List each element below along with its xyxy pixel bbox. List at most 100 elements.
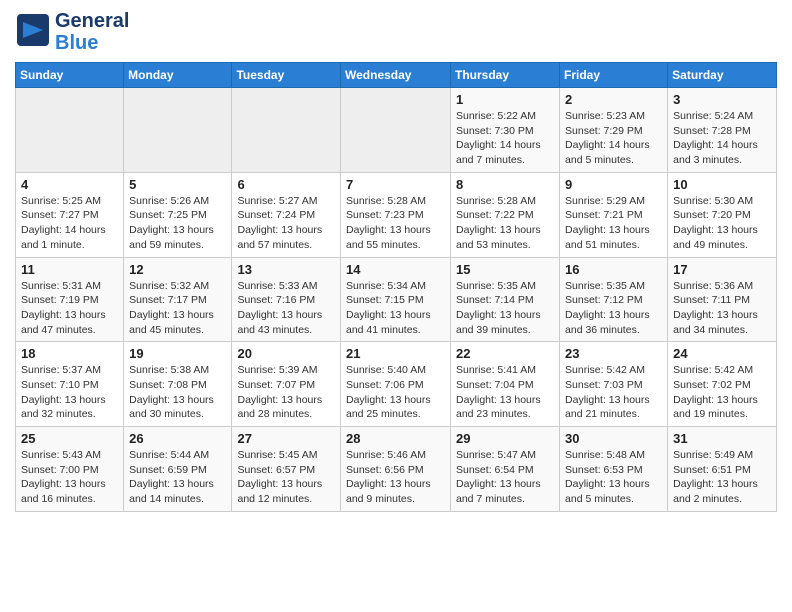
day-info: Sunrise: 5:26 AMSunset: 7:25 PMDaylight:… (129, 195, 214, 251)
day-info: Sunrise: 5:46 AMSunset: 6:56 PMDaylight:… (346, 449, 431, 505)
calendar-cell: 2 Sunrise: 5:23 AMSunset: 7:29 PMDayligh… (560, 88, 668, 173)
calendar-cell: 14 Sunrise: 5:34 AMSunset: 7:15 PMDaylig… (341, 257, 451, 342)
calendar-cell: 16 Sunrise: 5:35 AMSunset: 7:12 PMDaylig… (560, 257, 668, 342)
day-number: 13 (237, 262, 335, 277)
week-row-2: 4 Sunrise: 5:25 AMSunset: 7:27 PMDayligh… (16, 172, 777, 257)
day-number: 23 (565, 346, 662, 361)
day-number: 6 (237, 177, 335, 192)
day-number: 4 (21, 177, 118, 192)
day-info: Sunrise: 5:45 AMSunset: 6:57 PMDaylight:… (237, 449, 322, 505)
day-number: 25 (21, 431, 118, 446)
day-info: Sunrise: 5:42 AMSunset: 7:03 PMDaylight:… (565, 364, 650, 420)
weekday-header-wednesday: Wednesday (341, 63, 451, 88)
calendar-cell: 5 Sunrise: 5:26 AMSunset: 7:25 PMDayligh… (124, 172, 232, 257)
calendar-cell: 24 Sunrise: 5:42 AMSunset: 7:02 PMDaylig… (668, 342, 777, 427)
day-info: Sunrise: 5:23 AMSunset: 7:29 PMDaylight:… (565, 110, 650, 166)
calendar-cell: 6 Sunrise: 5:27 AMSunset: 7:24 PMDayligh… (232, 172, 341, 257)
logo-general: General (55, 10, 129, 32)
day-info: Sunrise: 5:47 AMSunset: 6:54 PMDaylight:… (456, 449, 541, 505)
calendar-cell: 21 Sunrise: 5:40 AMSunset: 7:06 PMDaylig… (341, 342, 451, 427)
calendar-cell (16, 88, 124, 173)
day-number: 30 (565, 431, 662, 446)
calendar-cell: 9 Sunrise: 5:29 AMSunset: 7:21 PMDayligh… (560, 172, 668, 257)
day-number: 11 (21, 262, 118, 277)
logo-icon (15, 12, 51, 53)
weekday-header-monday: Monday (124, 63, 232, 88)
day-info: Sunrise: 5:44 AMSunset: 6:59 PMDaylight:… (129, 449, 214, 505)
day-info: Sunrise: 5:32 AMSunset: 7:17 PMDaylight:… (129, 280, 214, 336)
day-number: 3 (673, 92, 771, 107)
day-info: Sunrise: 5:24 AMSunset: 7:28 PMDaylight:… (673, 110, 758, 166)
calendar-cell: 19 Sunrise: 5:38 AMSunset: 7:08 PMDaylig… (124, 342, 232, 427)
calendar-cell: 17 Sunrise: 5:36 AMSunset: 7:11 PMDaylig… (668, 257, 777, 342)
day-info: Sunrise: 5:40 AMSunset: 7:06 PMDaylight:… (346, 364, 431, 420)
day-info: Sunrise: 5:39 AMSunset: 7:07 PMDaylight:… (237, 364, 322, 420)
calendar-table: SundayMondayTuesdayWednesdayThursdayFrid… (15, 62, 777, 512)
calendar-cell (341, 88, 451, 173)
day-number: 20 (237, 346, 335, 361)
day-info: Sunrise: 5:28 AMSunset: 7:23 PMDaylight:… (346, 195, 431, 251)
calendar-cell: 23 Sunrise: 5:42 AMSunset: 7:03 PMDaylig… (560, 342, 668, 427)
day-number: 17 (673, 262, 771, 277)
day-info: Sunrise: 5:36 AMSunset: 7:11 PMDaylight:… (673, 280, 758, 336)
day-info: Sunrise: 5:34 AMSunset: 7:15 PMDaylight:… (346, 280, 431, 336)
day-info: Sunrise: 5:38 AMSunset: 7:08 PMDaylight:… (129, 364, 214, 420)
day-number: 21 (346, 346, 445, 361)
calendar-cell: 31 Sunrise: 5:49 AMSunset: 6:51 PMDaylig… (668, 427, 777, 512)
calendar-cell (232, 88, 341, 173)
day-number: 28 (346, 431, 445, 446)
calendar-cell: 30 Sunrise: 5:48 AMSunset: 6:53 PMDaylig… (560, 427, 668, 512)
calendar-body: 1 Sunrise: 5:22 AMSunset: 7:30 PMDayligh… (16, 88, 777, 512)
day-info: Sunrise: 5:22 AMSunset: 7:30 PMDaylight:… (456, 110, 541, 166)
day-info: Sunrise: 5:35 AMSunset: 7:14 PMDaylight:… (456, 280, 541, 336)
day-info: Sunrise: 5:43 AMSunset: 7:00 PMDaylight:… (21, 449, 106, 505)
day-info: Sunrise: 5:33 AMSunset: 7:16 PMDaylight:… (237, 280, 322, 336)
day-info: Sunrise: 5:49 AMSunset: 6:51 PMDaylight:… (673, 449, 758, 505)
day-number: 7 (346, 177, 445, 192)
day-info: Sunrise: 5:41 AMSunset: 7:04 PMDaylight:… (456, 364, 541, 420)
day-info: Sunrise: 5:30 AMSunset: 7:20 PMDaylight:… (673, 195, 758, 251)
day-number: 1 (456, 92, 554, 107)
day-info: Sunrise: 5:42 AMSunset: 7:02 PMDaylight:… (673, 364, 758, 420)
day-number: 19 (129, 346, 226, 361)
calendar-cell: 4 Sunrise: 5:25 AMSunset: 7:27 PMDayligh… (16, 172, 124, 257)
weekday-header-sunday: Sunday (16, 63, 124, 88)
day-number: 16 (565, 262, 662, 277)
calendar-cell: 25 Sunrise: 5:43 AMSunset: 7:00 PMDaylig… (16, 427, 124, 512)
calendar-cell: 29 Sunrise: 5:47 AMSunset: 6:54 PMDaylig… (451, 427, 560, 512)
week-row-3: 11 Sunrise: 5:31 AMSunset: 7:19 PMDaylig… (16, 257, 777, 342)
calendar-cell: 18 Sunrise: 5:37 AMSunset: 7:10 PMDaylig… (16, 342, 124, 427)
week-row-5: 25 Sunrise: 5:43 AMSunset: 7:00 PMDaylig… (16, 427, 777, 512)
calendar-cell: 13 Sunrise: 5:33 AMSunset: 7:16 PMDaylig… (232, 257, 341, 342)
weekday-header-row: SundayMondayTuesdayWednesdayThursdayFrid… (16, 63, 777, 88)
calendar-cell: 1 Sunrise: 5:22 AMSunset: 7:30 PMDayligh… (451, 88, 560, 173)
day-info: Sunrise: 5:29 AMSunset: 7:21 PMDaylight:… (565, 195, 650, 251)
calendar-cell: 28 Sunrise: 5:46 AMSunset: 6:56 PMDaylig… (341, 427, 451, 512)
logo-blue: Blue (55, 32, 98, 54)
day-number: 2 (565, 92, 662, 107)
day-number: 26 (129, 431, 226, 446)
day-number: 8 (456, 177, 554, 192)
day-number: 14 (346, 262, 445, 277)
weekday-header-friday: Friday (560, 63, 668, 88)
day-info: Sunrise: 5:48 AMSunset: 6:53 PMDaylight:… (565, 449, 650, 505)
day-number: 31 (673, 431, 771, 446)
day-info: Sunrise: 5:35 AMSunset: 7:12 PMDaylight:… (565, 280, 650, 336)
logo: General Blue (15, 10, 129, 54)
day-info: Sunrise: 5:31 AMSunset: 7:19 PMDaylight:… (21, 280, 106, 336)
weekday-header-thursday: Thursday (451, 63, 560, 88)
calendar-cell: 26 Sunrise: 5:44 AMSunset: 6:59 PMDaylig… (124, 427, 232, 512)
day-number: 9 (565, 177, 662, 192)
day-number: 10 (673, 177, 771, 192)
day-number: 24 (673, 346, 771, 361)
calendar-cell (124, 88, 232, 173)
calendar-cell: 20 Sunrise: 5:39 AMSunset: 7:07 PMDaylig… (232, 342, 341, 427)
day-number: 12 (129, 262, 226, 277)
week-row-1: 1 Sunrise: 5:22 AMSunset: 7:30 PMDayligh… (16, 88, 777, 173)
calendar-cell: 22 Sunrise: 5:41 AMSunset: 7:04 PMDaylig… (451, 342, 560, 427)
calendar-cell: 7 Sunrise: 5:28 AMSunset: 7:23 PMDayligh… (341, 172, 451, 257)
day-info: Sunrise: 5:27 AMSunset: 7:24 PMDaylight:… (237, 195, 322, 251)
day-number: 15 (456, 262, 554, 277)
weekday-header-tuesday: Tuesday (232, 63, 341, 88)
calendar-cell: 10 Sunrise: 5:30 AMSunset: 7:20 PMDaylig… (668, 172, 777, 257)
